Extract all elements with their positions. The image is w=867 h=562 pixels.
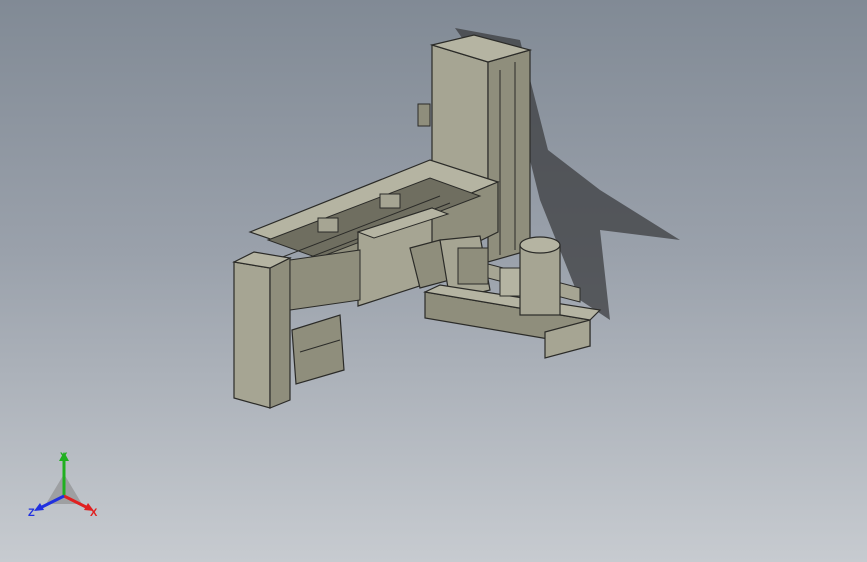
triad-z-label: Z: [28, 507, 35, 519]
left-motor-housing[interactable]: [232, 249, 361, 409]
cylinder-actuator[interactable]: [519, 236, 561, 316]
cad-model-assembly[interactable]: [0, 0, 867, 562]
triad-y-label: Y: [60, 451, 68, 463]
coordinate-triad-icon[interactable]: Y X Z: [24, 446, 104, 526]
graphics-viewport[interactable]: Y X Z: [0, 0, 867, 562]
triad-x-label: X: [90, 507, 98, 519]
